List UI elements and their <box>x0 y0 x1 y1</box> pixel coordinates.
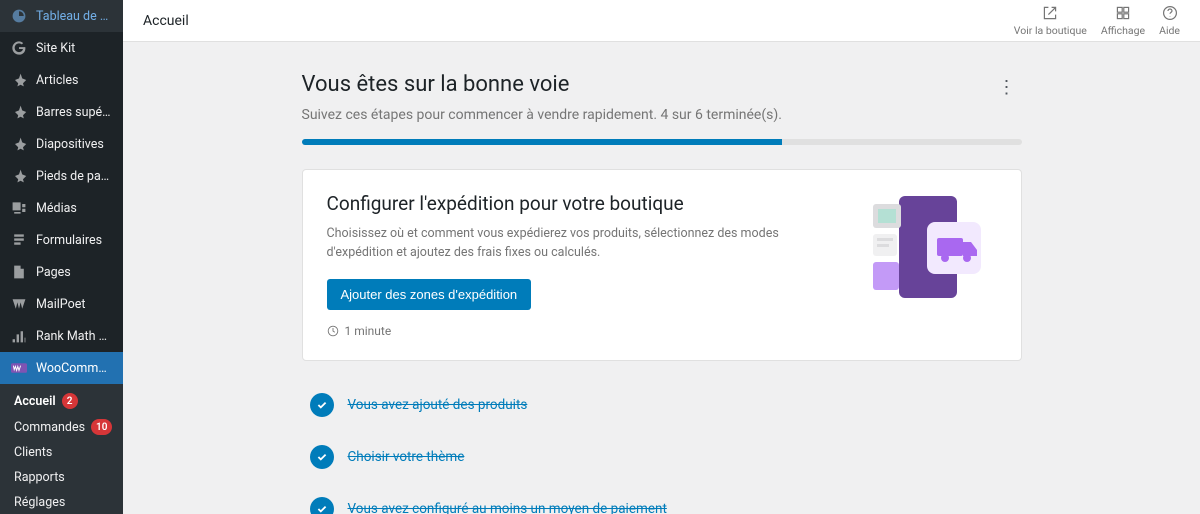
sidebar-item-rankmath[interactable]: Rank Math SEO <box>0 320 123 352</box>
form-icon <box>10 231 28 249</box>
page-subtitle: Suivez ces étapes pour commencer à vendr… <box>302 107 782 123</box>
clock-icon <box>327 325 339 337</box>
task-label: Vous avez configuré au moins un moyen de… <box>348 501 667 514</box>
submenu-item-reports[interactable]: Rapports <box>0 465 123 490</box>
submenu-item-home[interactable]: Accueil 2 <box>0 388 123 414</box>
task-row-products[interactable]: Vous avez ajouté des produits <box>302 379 1022 431</box>
submenu-label: Accueil <box>14 394 56 409</box>
add-shipping-zones-button[interactable]: Ajouter des zones d'expédition <box>327 279 532 310</box>
pin-icon <box>10 135 28 153</box>
sidebar-item-label: Diapositives <box>36 137 113 152</box>
task-row-theme[interactable]: Choisir votre thème <box>302 431 1022 483</box>
topbar: Accueil Voir la boutique Affichage Aide <box>123 0 1200 42</box>
page-icon <box>10 263 28 281</box>
task-label: Vous avez ajouté des produits <box>348 397 528 413</box>
more-options-button[interactable]: ⋮ <box>992 72 1022 102</box>
sidebar-item-footers[interactable]: Pieds de page <box>0 160 123 192</box>
pin-icon <box>10 71 28 89</box>
more-vertical-icon: ⋮ <box>998 77 1016 97</box>
progress-fill <box>302 139 782 145</box>
sidebar-item-label: Pages <box>36 265 113 280</box>
sidebar-item-label: Barres supérieures <box>36 105 113 120</box>
sidebar-item-mailpoet[interactable]: MailPoet <box>0 288 123 320</box>
sidebar-item-woocommerce[interactable]: WooCommerce <box>0 352 123 384</box>
duration-label: 1 minute <box>345 324 392 338</box>
sidebar-item-dashboard[interactable]: Tableau de bord <box>0 0 123 32</box>
card-description: Choisissez où et comment vous expédierez… <box>327 225 847 263</box>
sidebar-item-label: Rank Math SEO <box>36 329 113 344</box>
sidebar-item-media[interactable]: Médias <box>0 192 123 224</box>
help-button[interactable]: Aide <box>1159 4 1180 37</box>
card-meta: 1 minute <box>327 324 847 338</box>
submenu-label: Réglages <box>14 495 65 510</box>
check-circle-icon <box>310 393 334 417</box>
task-label: Choisir votre thème <box>348 449 465 465</box>
woo-icon <box>10 359 28 377</box>
sidebar-item-label: Formulaires <box>36 233 113 248</box>
task-row-payment[interactable]: Vous avez configuré au moins un moyen de… <box>302 483 1022 514</box>
card-title: Configurer l'expédition pour votre bouti… <box>327 192 847 215</box>
sidebar-item-label: Site Kit <box>36 41 113 56</box>
display-options-button[interactable]: Affichage <box>1101 4 1145 37</box>
dashboard-icon <box>10 7 28 25</box>
sidebar-item-label: WooCommerce <box>36 361 113 376</box>
submenu-item-orders[interactable]: Commandes 10 <box>0 414 123 440</box>
help-icon <box>1161 4 1179 22</box>
action-label: Aide <box>1159 24 1180 37</box>
sidebar-item-label: Articles <box>36 73 113 88</box>
sidebar-item-label: Pieds de page <box>36 169 113 184</box>
current-task-card: Configurer l'expédition pour votre bouti… <box>302 169 1022 361</box>
pin-icon <box>10 103 28 121</box>
submenu-item-customers[interactable]: Clients <box>0 440 123 465</box>
submenu-label: Commandes <box>14 420 85 435</box>
content-scroll[interactable]: Vous êtes sur la bonne voie Suivez ces é… <box>123 42 1200 514</box>
mailpoet-icon <box>10 295 28 313</box>
sidebar-item-slides[interactable]: Diapositives <box>0 128 123 160</box>
sidebar-item-forms[interactable]: Formulaires <box>0 224 123 256</box>
progress-bar <box>302 139 1022 145</box>
sidebar-item-topbars[interactable]: Barres supérieures <box>0 96 123 128</box>
media-icon <box>10 199 28 217</box>
check-circle-icon <box>310 497 334 514</box>
grid-icon <box>1114 4 1132 22</box>
breadcrumb: Accueil <box>143 13 189 29</box>
action-label: Voir la boutique <box>1014 24 1087 37</box>
external-link-icon <box>1041 4 1059 22</box>
sidebar-item-pages[interactable]: Pages <box>0 256 123 288</box>
sidebar-item-label: Tableau de bord <box>36 9 113 24</box>
shipping-illustration <box>867 192 997 302</box>
main-area: Accueil Voir la boutique Affichage Aide <box>123 0 1200 514</box>
admin-sidebar: Tableau de bord Site Kit Articles Barres… <box>0 0 123 514</box>
submenu-label: Rapports <box>14 470 65 485</box>
page-title: Vous êtes sur la bonne voie <box>302 72 782 97</box>
action-label: Affichage <box>1101 24 1145 37</box>
submenu-label: Clients <box>14 445 52 460</box>
google-icon <box>10 39 28 57</box>
count-badge: 10 <box>91 419 112 435</box>
view-store-button[interactable]: Voir la boutique <box>1014 4 1087 37</box>
sidebar-item-label: MailPoet <box>36 297 113 312</box>
sidebar-item-articles[interactable]: Articles <box>0 64 123 96</box>
pin-icon <box>10 167 28 185</box>
woo-submenu: Accueil 2 Commandes 10 Clients Rapports … <box>0 384 123 514</box>
check-circle-icon <box>310 445 334 469</box>
submenu-item-settings[interactable]: Réglages <box>0 490 123 514</box>
sidebar-item-label: Médias <box>36 201 113 216</box>
sidebar-item-sitekit[interactable]: Site Kit <box>0 32 123 64</box>
chart-icon <box>10 327 28 345</box>
count-badge: 2 <box>62 393 78 409</box>
